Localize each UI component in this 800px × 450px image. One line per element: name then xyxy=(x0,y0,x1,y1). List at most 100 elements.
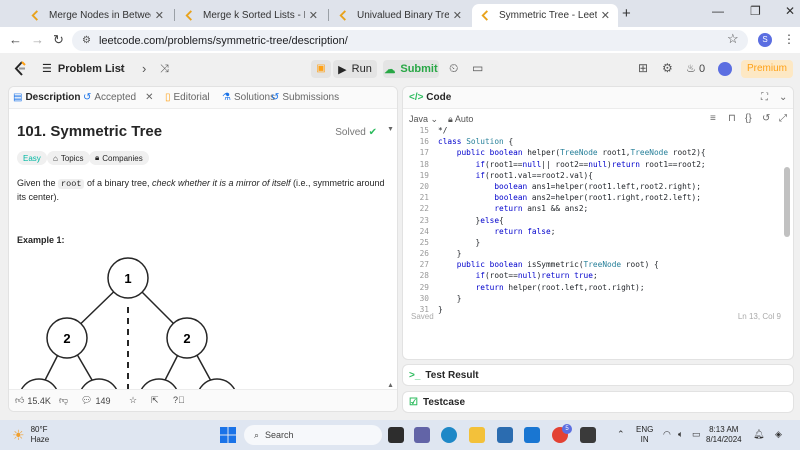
run-button[interactable]: ▶ Run xyxy=(333,60,377,78)
wifi-icon[interactable]: ◠ xyxy=(663,429,671,440)
debug-button[interactable]: ▣ xyxy=(311,60,331,78)
problem-list-button[interactable]: ☰ Problem List xyxy=(42,62,125,76)
timer-icon[interactable]: ⏲ xyxy=(449,61,458,76)
minimize-icon[interactable]: — xyxy=(712,4,724,18)
shuffle-icon[interactable]: ⤨ xyxy=(160,63,169,76)
language-indicator[interactable]: ENG IN xyxy=(636,425,653,445)
close-tab-icon[interactable]: ✕ xyxy=(601,9,610,22)
premium-button[interactable]: Premium xyxy=(741,60,793,78)
close-tab-icon[interactable]: ✕ xyxy=(309,9,318,22)
next-problem-icon[interactable]: › xyxy=(142,61,146,76)
close-tab-icon[interactable]: ✕ xyxy=(145,92,153,103)
layout-grid-icon[interactable]: ⊞ xyxy=(638,61,648,75)
reset-icon[interactable]: ↺ xyxy=(762,113,770,124)
browser-tab-active[interactable]: Symmetric Tree - LeetCode ✕ xyxy=(472,4,618,27)
volume-icon[interactable]: 🔈︎ xyxy=(678,429,683,440)
help-button[interactable]: ?⃝ xyxy=(173,395,185,405)
companies-chip[interactable]: 🔒︎ Companies xyxy=(89,151,149,165)
close-tab-icon[interactable]: ✕ xyxy=(453,9,462,22)
code-line[interactable]: 17 public boolean helper(TreeNode root1,… xyxy=(403,147,793,158)
settings-gear-icon[interactable]: ⚙ xyxy=(662,61,673,75)
window-close-icon[interactable]: ✕ xyxy=(785,4,795,18)
url-bar[interactable]: ⚙ leetcode.com/problems/symmetric-tree/d… xyxy=(72,30,748,51)
browser-menu-icon[interactable]: ⋮ xyxy=(783,32,795,46)
testcase-title[interactable]: ☑ Testcase xyxy=(409,397,465,408)
code-line[interactable]: 24 return false; xyxy=(403,226,793,237)
user-avatar[interactable] xyxy=(718,62,732,76)
new-tab-button[interactable]: + xyxy=(622,5,631,22)
share-button[interactable]: ⇱ xyxy=(151,395,159,406)
code-line[interactable]: 15 */ xyxy=(403,125,793,136)
browser-tab[interactable]: Merge Nodes in Between Zeros ✕ xyxy=(22,4,172,27)
code-line[interactable]: 20 boolean ans1=helper(root1.left,root2.… xyxy=(403,181,793,192)
notifications-bell-icon[interactable]: 🔔︎ xyxy=(753,429,764,440)
favorite-button[interactable]: ☆ xyxy=(129,395,137,406)
like-button[interactable]: 👍︎ 15.4K xyxy=(15,395,51,406)
back-icon[interactable]: ← xyxy=(9,32,22,47)
code-line[interactable]: 21 boolean ans2=helper(root1.right,root2… xyxy=(403,192,793,203)
notes-icon[interactable]: ▭ xyxy=(472,61,483,75)
copilot-icon[interactable]: ◈ xyxy=(775,429,782,440)
profile-avatar[interactable]: S xyxy=(758,33,772,47)
fullscreen-icon[interactable]: ⤢ xyxy=(779,113,787,124)
battery-icon[interactable]: ▭ xyxy=(692,429,701,440)
leetcode-logo-icon[interactable] xyxy=(14,61,27,76)
store-icon[interactable] xyxy=(497,427,513,443)
code-line[interactable]: 18 if(root1==null|| root2==null)return r… xyxy=(403,159,793,170)
testcase-panel[interactable]: ☑ Testcase xyxy=(402,391,794,413)
code-line[interactable]: 19 if(root1.val==root2.val){ xyxy=(403,170,793,181)
topics-chip[interactable]: ⌂ Topics xyxy=(47,151,90,165)
collapse-icon[interactable]: ⌄ xyxy=(779,92,787,103)
windows-start-icon[interactable] xyxy=(220,427,236,443)
close-tab-icon[interactable]: ✕ xyxy=(155,9,164,22)
code-line[interactable]: 30 } xyxy=(403,293,793,304)
braces-icon[interactable]: {} xyxy=(745,113,752,124)
code-line[interactable]: 29 return helper(root.left,root.right); xyxy=(403,282,793,293)
format-icon[interactable]: ≡ xyxy=(710,113,716,124)
streak-counter[interactable]: ♨ 0 xyxy=(686,62,705,75)
test-result-title[interactable]: >_ Test Result xyxy=(409,370,479,381)
code-scrollbar[interactable] xyxy=(784,167,790,237)
tab-description[interactable]: ▤ Description xyxy=(13,92,80,103)
weather-widget[interactable]: ☀ 80°F Haze xyxy=(12,425,49,445)
restore-icon[interactable]: ❐ xyxy=(750,4,761,18)
code-line[interactable]: 26 } xyxy=(403,248,793,259)
mail-icon[interactable] xyxy=(524,427,540,443)
browser-tab[interactable]: Merge k Sorted Lists - LeetCode ✕ xyxy=(176,4,326,27)
auto-mode[interactable]: 🔒︎ Auto xyxy=(448,114,473,125)
code-line[interactable]: 25 } xyxy=(403,237,793,248)
file-explorer-icon[interactable] xyxy=(469,427,485,443)
description-scrollbar[interactable] xyxy=(388,127,393,387)
language-select[interactable]: Java ⌄ xyxy=(409,114,438,125)
tab-solutions[interactable]: ⚗ Solutions xyxy=(222,92,275,103)
code-line[interactable]: 31} xyxy=(403,304,793,315)
bookmark-icon[interactable]: ⊓ xyxy=(728,113,736,124)
tab-editorial[interactable]: ▯ Editorial xyxy=(165,92,210,103)
prev-problem-icon[interactable]: ‹ xyxy=(120,61,124,76)
system-clock[interactable]: 8:13 AM 8/14/2024 xyxy=(706,425,742,445)
tray-chevron-icon[interactable]: ⌃ xyxy=(617,429,625,440)
code-line[interactable]: 22 return ans1 && ans2; xyxy=(403,203,793,214)
teams-icon[interactable] xyxy=(414,427,430,443)
code-line[interactable]: 28 if(root==null)return true; xyxy=(403,270,793,281)
code-editor[interactable]: 15 */16 class Solution {17 public boolean … xyxy=(403,125,793,315)
site-info-icon[interactable]: ⚙ xyxy=(82,35,91,46)
maximize-icon[interactable]: ⛶ xyxy=(761,92,768,103)
test-result-panel[interactable]: >_ Test Result xyxy=(402,364,794,386)
code-line[interactable]: 16 class Solution { xyxy=(403,136,793,147)
reload-icon[interactable]: ↻ xyxy=(53,32,64,48)
comments-button[interactable]: 💬︎ 149 xyxy=(81,395,110,406)
tab-accepted[interactable]: ↺ Accepted ✕ xyxy=(83,92,153,103)
tab-submissions[interactable]: ↺ Submissions xyxy=(271,92,339,103)
browser-tab[interactable]: Univalued Binary Tree - LeetCode ✕ xyxy=(330,4,470,27)
taskbar-search[interactable]: ⌕ Search xyxy=(244,425,382,445)
edge-icon[interactable] xyxy=(441,427,457,443)
bookmark-star-icon[interactable]: ☆ xyxy=(727,31,739,47)
task-view-icon[interactable] xyxy=(388,427,404,443)
app-icon[interactable] xyxy=(580,427,596,443)
code-line[interactable]: 27 public boolean isSymmetric(TreeNode r… xyxy=(403,259,793,270)
url-text[interactable]: leetcode.com/problems/symmetric-tree/des… xyxy=(99,35,348,47)
forward-icon[interactable]: → xyxy=(31,32,44,47)
code-line[interactable]: 23 }else{ xyxy=(403,215,793,226)
dislike-button[interactable]: 👎︎ xyxy=(59,395,68,406)
